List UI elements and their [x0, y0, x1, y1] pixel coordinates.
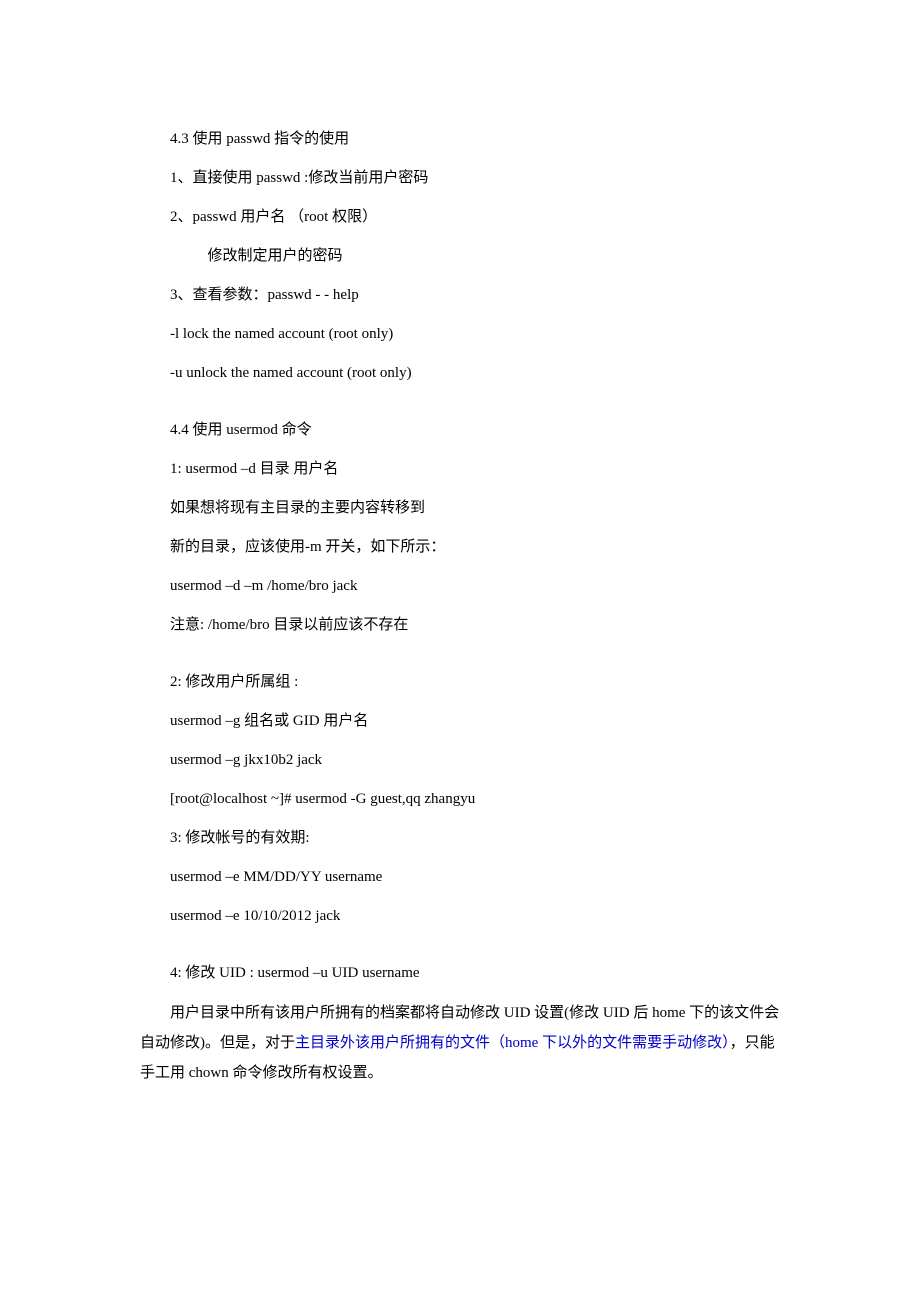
- paragraph: 用户目录中所有该用户所拥有的档案都将自动修改 UID 设置(修改 UID 后 h…: [140, 998, 780, 1088]
- section-heading: 4.3 使用 passwd 指令的使用: [140, 120, 780, 159]
- highlighted-text: 主目录外该用户所拥有的文件（home 下以外的文件需要手动修改）: [295, 1035, 730, 1051]
- blank-line: [140, 936, 780, 954]
- body-line: 修改制定用户的密码: [140, 237, 780, 276]
- body-line: usermod –d –m /home/bro jack: [140, 567, 780, 606]
- body-line: 4: 修改 UID : usermod –u UID username: [140, 954, 780, 993]
- body-line: 1: usermod –d 目录 用户名: [140, 450, 780, 489]
- body-line: [root@localhost ~]# usermod -G guest,qq …: [140, 780, 780, 819]
- section-heading: 4.4 使用 usermod 命令: [140, 411, 780, 450]
- body-line: 2: 修改用户所属组 :: [140, 663, 780, 702]
- body-line: 如果想将现有主目录的主要内容转移到: [140, 489, 780, 528]
- blank-line: [140, 645, 780, 663]
- body-line: 2、passwd 用户名 （root 权限）: [140, 198, 780, 237]
- body-line: 3、查看参数：passwd - - help: [140, 276, 780, 315]
- body-line: usermod –g 组名或 GID 用户名: [140, 702, 780, 741]
- body-line: usermod –g jkx10b2 jack: [140, 741, 780, 780]
- body-line: 1、直接使用 passwd :修改当前用户密码: [140, 159, 780, 198]
- body-line: usermod –e MM/DD/YY username: [140, 858, 780, 897]
- body-line: usermod –e 10/10/2012 jack: [140, 897, 780, 936]
- body-line: -u unlock the named account (root only): [140, 354, 780, 393]
- body-line: 3: 修改帐号的有效期:: [140, 819, 780, 858]
- body-line: 注意: /home/bro 目录以前应该不存在: [140, 606, 780, 645]
- body-line: -l lock the named account (root only): [140, 315, 780, 354]
- blank-line: [140, 393, 780, 411]
- document-body: 4.3 使用 passwd 指令的使用 1、直接使用 passwd :修改当前用…: [140, 120, 780, 1088]
- body-line: 新的目录，应该使用-m 开关，如下所示：: [140, 528, 780, 567]
